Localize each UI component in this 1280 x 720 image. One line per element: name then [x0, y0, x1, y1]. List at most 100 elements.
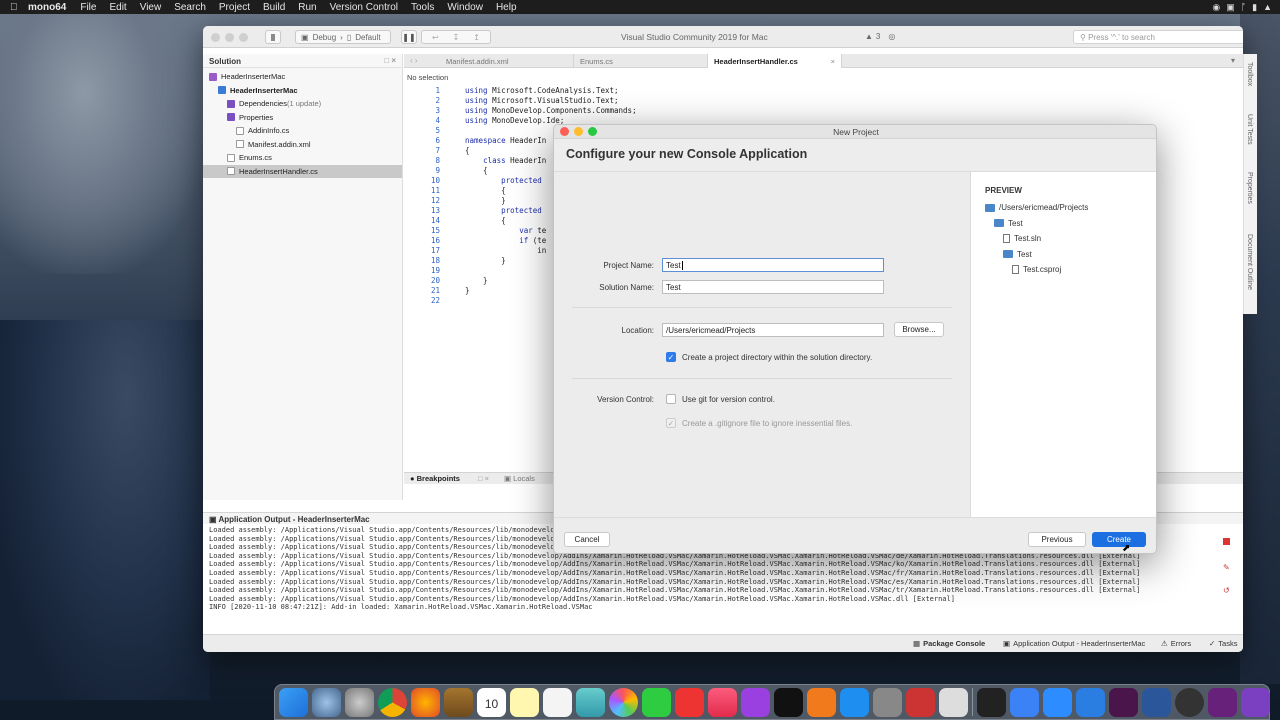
menu-help[interactable]: Help [496, 2, 517, 13]
status-errors[interactable]: ⚠ Errors [1161, 639, 1191, 648]
battery-icon[interactable]: ▮ [1252, 2, 1257, 13]
siri-icon[interactable] [312, 687, 341, 717]
pad-unit-tests[interactable]: Unit Tests [1246, 114, 1253, 145]
step-into-icon: ↧ [452, 32, 460, 42]
firefox-icon[interactable] [411, 687, 440, 717]
visual-studio-mac-icon[interactable] [1241, 687, 1270, 717]
clear-output-icon[interactable]: ✎ [1223, 563, 1233, 572]
line-number: 10 [430, 176, 440, 185]
pause-button[interactable]: ❚❚ [401, 30, 417, 44]
notes-icon[interactable] [510, 687, 539, 717]
solution-tree-item[interactable]: Dependencies (1 update) [203, 97, 402, 111]
project-name-input[interactable]: Test [662, 258, 884, 272]
tab-close-icon[interactable]: × [831, 57, 835, 66]
reminders-icon[interactable] [543, 687, 572, 717]
wifi-icon[interactable]: ▲ [1263, 2, 1272, 12]
tab-dropdown-icon[interactable]: ▾ [1231, 56, 1235, 65]
menu-tools[interactable]: Tools [411, 2, 434, 13]
news-icon[interactable] [675, 687, 704, 717]
menu-search[interactable]: Search [174, 2, 206, 13]
messages-icon[interactable] [642, 687, 671, 717]
status-icon[interactable]: ◉ [1212, 2, 1220, 13]
search-input[interactable]: ⚲ Press '^.' to search [1073, 30, 1243, 44]
solution-tree-item[interactable]: HeaderInsertHandler.cs [203, 164, 402, 178]
menu-build[interactable]: Build [263, 2, 285, 13]
line-number: 17 [430, 246, 440, 255]
status-package-console[interactable]: ▦ Package Console [913, 639, 985, 648]
pad-close-icon[interactable]: □ × [478, 474, 489, 483]
stop-button[interactable] [265, 30, 281, 44]
music-icon[interactable] [708, 687, 737, 717]
stop-output-icon[interactable] [1223, 538, 1230, 545]
obs-icon[interactable] [1175, 687, 1204, 717]
display-icon[interactable]: ▣ [1226, 2, 1235, 13]
create-button[interactable]: Create [1092, 532, 1146, 547]
pad-document-outline[interactable]: Document Outline [1246, 234, 1253, 290]
remote-desktop-icon[interactable] [906, 687, 935, 717]
tab-locals[interactable]: ▣ Locals [504, 474, 535, 483]
app-store-icon[interactable] [840, 687, 869, 717]
safari-icon[interactable] [1076, 687, 1105, 717]
calendar-icon[interactable]: 10 [477, 687, 506, 717]
menu-window[interactable]: Window [447, 2, 483, 13]
solution-tree-item[interactable]: Properties [203, 111, 402, 125]
menu-app-name[interactable]: mono64 [28, 2, 66, 13]
solution-tree-item[interactable]: AddinInfo.cs [203, 124, 402, 138]
chrome-icon[interactable] [378, 687, 407, 717]
window-zoom-button[interactable] [239, 33, 248, 42]
location-input[interactable]: /Users/ericmead/Projects [662, 323, 884, 337]
wrap-output-icon[interactable]: ↺ [1223, 586, 1233, 595]
solution-name-input[interactable]: Test [662, 280, 884, 294]
slack-icon[interactable] [1109, 687, 1138, 717]
solution-tree-item[interactable]: HeaderInserterMac [203, 70, 402, 84]
menu-project[interactable]: Project [219, 2, 250, 13]
menu-view[interactable]: View [140, 2, 162, 13]
tv-icon[interactable] [774, 687, 803, 717]
window-close-button[interactable] [211, 33, 220, 42]
solution-tree-item[interactable]: HeaderInserterMac [203, 84, 402, 98]
word-icon[interactable] [1142, 687, 1171, 717]
browse-button[interactable]: Browse... [894, 322, 944, 337]
gitignore-checkbox[interactable]: ✓ [666, 418, 676, 428]
warnings-indicator[interactable]: ▲ 3 ◎ [865, 32, 895, 41]
bluetooth-icon[interactable]: ᚩ [1241, 2, 1246, 12]
books-icon[interactable] [807, 687, 836, 717]
window-minimize-button[interactable] [225, 33, 234, 42]
notebook-icon[interactable] [444, 687, 473, 717]
cancel-button[interactable]: Cancel [564, 532, 610, 547]
solution-tree-item[interactable]: Manifest.addin.xml [203, 138, 402, 152]
tab-breakpoints[interactable]: ● Breakpoints [410, 474, 460, 483]
menu-edit[interactable]: Edit [109, 2, 126, 13]
launchpad-icon[interactable] [345, 687, 374, 717]
configuration-selector[interactable]: ▣ Debug › ▯ Default [295, 30, 391, 44]
system-preferences-icon[interactable] [873, 687, 902, 717]
visual-studio-icon[interactable] [1208, 687, 1237, 717]
pause-icon: ❚❚ [402, 32, 416, 42]
menu-file[interactable]: File [80, 2, 96, 13]
pad-options-icon[interactable]: □ × [384, 56, 396, 65]
use-git-checkbox[interactable] [666, 394, 676, 404]
finder-icon[interactable] [279, 687, 308, 717]
tab-enums[interactable]: Enums.cs [574, 54, 708, 68]
status-application-output[interactable]: ▣ Application Output - HeaderInserterMac [1003, 639, 1145, 648]
tab-nav-icon[interactable]: ‹ › [410, 56, 418, 65]
menu-run[interactable]: Run [298, 2, 316, 13]
photos-icon[interactable] [609, 687, 638, 717]
status-tasks[interactable]: ✓ Tasks [1209, 639, 1237, 648]
solution-tree-item[interactable]: Enums.cs [203, 151, 402, 165]
terminal-icon[interactable] [977, 687, 1006, 717]
pad-toolbox[interactable]: Toolbox [1246, 62, 1253, 86]
podcasts-icon[interactable] [741, 687, 770, 717]
tab-manifest[interactable]: Manifest.addin.xml [440, 54, 574, 68]
tab-header-insert-handler[interactable]: HeaderInsertHandler.cs × [708, 54, 842, 68]
previous-button[interactable]: Previous [1028, 532, 1086, 547]
debug-step-buttons[interactable]: ↩ ↧ ↥ [421, 30, 491, 44]
apple-icon[interactable]:  [10, 2, 28, 13]
zoom-icon[interactable] [1043, 687, 1072, 717]
maps-icon[interactable] [576, 687, 605, 717]
preview-app-icon[interactable] [939, 687, 968, 717]
pad-properties[interactable]: Properties [1246, 172, 1253, 204]
files-icon[interactable] [1010, 687, 1039, 717]
create-directory-checkbox[interactable]: ✓ [666, 352, 676, 362]
menu-version-control[interactable]: Version Control [330, 2, 398, 13]
